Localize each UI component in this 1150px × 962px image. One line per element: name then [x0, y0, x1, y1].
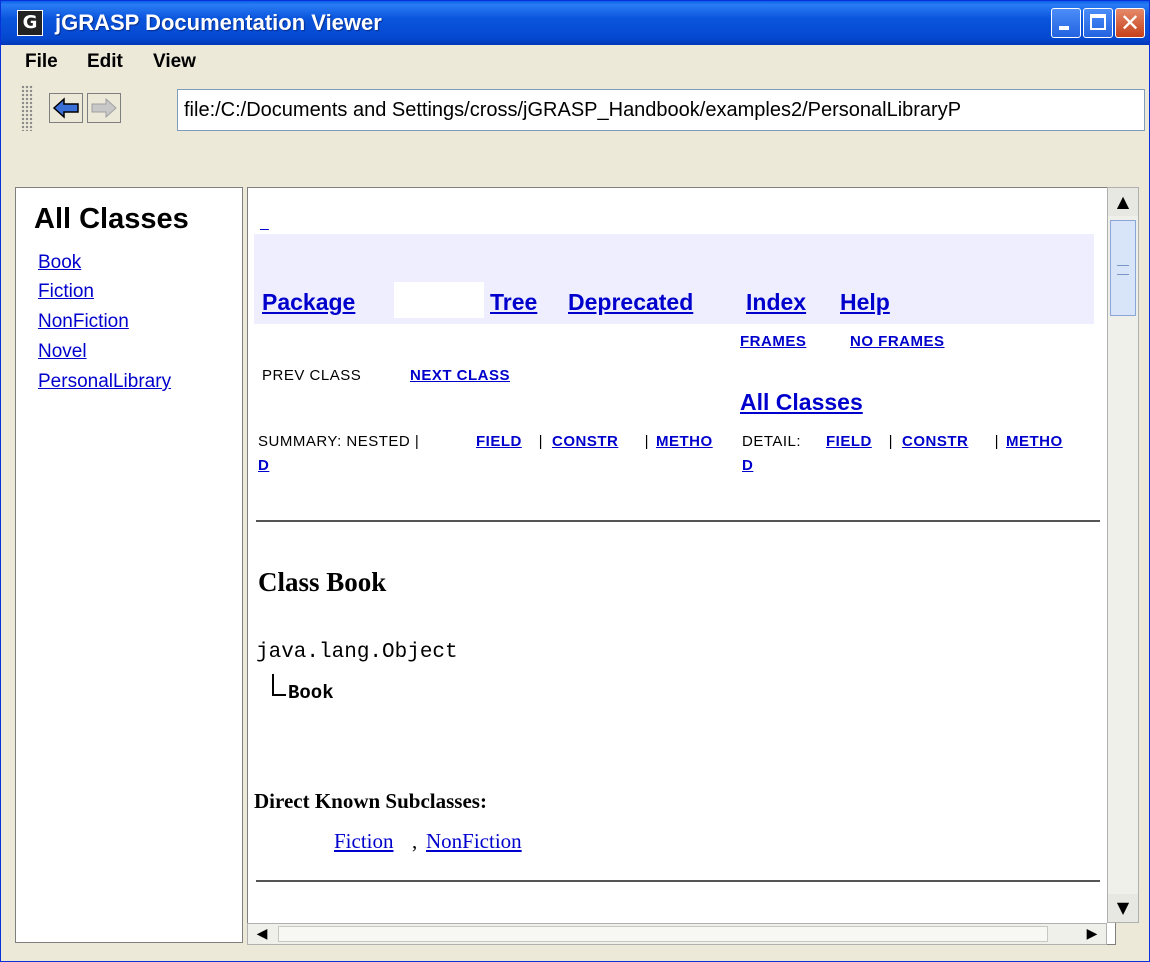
menu-view[interactable]: View — [153, 51, 196, 73]
detail-separator: | — [990, 433, 1004, 450]
class-title: Class Book — [258, 567, 387, 597]
class-doc-frame: _ Package Tree Deprecated Index Help FRA… — [247, 187, 1116, 945]
detail-method-link-wrap[interactable]: D — [742, 456, 753, 476]
subclass-link-fiction[interactable]: Fiction — [334, 828, 394, 854]
address-field[interactable]: file:/C:/Documents and Settings/cross/jG… — [177, 89, 1145, 131]
superclass-name: java.lang.Object — [256, 641, 458, 664]
title-bar[interactable]: G jGRASP Documentation Viewer ✕ — [1, 1, 1149, 45]
summary-constr-link[interactable]: CONSTR — [552, 432, 618, 452]
close-icon: ✕ — [1119, 9, 1141, 37]
menu-bar: File Edit View — [3, 47, 1149, 77]
scroll-left-icon[interactable]: ◀ — [248, 924, 276, 944]
all-classes-heading: All Classes — [34, 203, 189, 235]
next-class-link[interactable]: NEXT CLASS — [410, 366, 510, 386]
no-frames-link[interactable]: NO FRAMES — [850, 332, 945, 352]
summary-separator: | — [640, 433, 654, 450]
subclass-separator: , — [412, 829, 423, 853]
summary-separator: | — [534, 433, 548, 450]
scroll-grip-icon — [1117, 265, 1129, 275]
toolbar-grip[interactable] — [21, 85, 33, 131]
subclass-link-nonfiction[interactable]: NonFiction — [426, 828, 522, 854]
inheritance-tree-connector — [272, 674, 286, 696]
detail-separator: | — [884, 433, 898, 450]
nav-class-cell — [394, 282, 484, 318]
toolbar: file:/C:/Documents and Settings/cross/jG… — [3, 79, 1149, 137]
summary-field-link[interactable]: FIELD — [476, 432, 522, 452]
maximize-icon — [1090, 14, 1106, 30]
frames-link[interactable]: FRAMES — [740, 332, 806, 352]
forward-button[interactable] — [87, 93, 121, 123]
all-classes-frame: All Classes Book Fiction NonFiction Nove… — [15, 187, 243, 943]
summary-method-link[interactable]: METHO — [656, 432, 713, 452]
horizontal-scroll-thumb[interactable] — [278, 926, 1048, 942]
back-button[interactable] — [49, 93, 83, 123]
close-button[interactable]: ✕ — [1115, 8, 1145, 38]
all-classes-link[interactable]: All Classes — [740, 388, 863, 416]
detail-method-link[interactable]: METHO — [1006, 432, 1063, 452]
menu-file[interactable]: File — [25, 51, 58, 73]
prev-class-label: PREV CLASS — [262, 367, 362, 384]
class-link-book[interactable]: Book — [38, 252, 81, 274]
vertical-scrollbar[interactable]: ▲ ▼ — [1107, 187, 1139, 923]
minimize-button[interactable] — [1051, 8, 1081, 38]
class-link-nonfiction[interactable]: NonFiction — [38, 311, 129, 333]
maximize-button[interactable] — [1083, 8, 1113, 38]
horizontal-scrollbar[interactable]: ◀ ▶ — [247, 923, 1107, 945]
summary-label: SUMMARY: NESTED | — [258, 433, 424, 450]
summary-method-link-wrap[interactable]: D — [258, 456, 269, 476]
scroll-up-icon[interactable]: ▲ — [1108, 188, 1138, 216]
class-link-personallibrary[interactable]: PersonalLibrary — [38, 371, 171, 393]
minimize-icon — [1059, 26, 1069, 30]
detail-label: DETAIL: — [742, 433, 806, 450]
scroll-down-icon[interactable]: ▼ — [1108, 894, 1138, 922]
subclasses-heading: Direct Known Subclasses: — [254, 789, 487, 813]
scroll-right-icon[interactable]: ▶ — [1078, 924, 1106, 944]
nav-help-link[interactable]: Help — [840, 288, 890, 316]
doc-viewer-window: G jGRASP Documentation Viewer ✕ File Edi… — [0, 0, 1150, 962]
nav-index-link[interactable]: Index — [746, 288, 806, 316]
detail-field-link[interactable]: FIELD — [826, 432, 872, 452]
top-anchor-link[interactable]: _ — [260, 214, 269, 234]
nav-package-link[interactable]: Package — [262, 288, 355, 316]
menu-edit[interactable]: Edit — [87, 51, 123, 73]
jgrasp-app-icon: G — [17, 10, 43, 36]
window-title: jGRASP Documentation Viewer — [55, 10, 382, 35]
nav-deprecated-link[interactable]: Deprecated — [568, 288, 693, 316]
class-link-fiction[interactable]: Fiction — [38, 281, 94, 303]
class-link-novel[interactable]: Novel — [38, 341, 87, 363]
nav-tree-link[interactable]: Tree — [490, 288, 537, 316]
divider — [256, 520, 1100, 522]
vertical-scroll-thumb[interactable] — [1110, 220, 1136, 316]
forward-arrow-icon — [91, 97, 117, 119]
inheritance-class-name: Book — [288, 682, 334, 704]
back-arrow-icon — [52, 97, 79, 119]
divider — [256, 880, 1100, 882]
detail-constr-link[interactable]: CONSTR — [902, 432, 968, 452]
